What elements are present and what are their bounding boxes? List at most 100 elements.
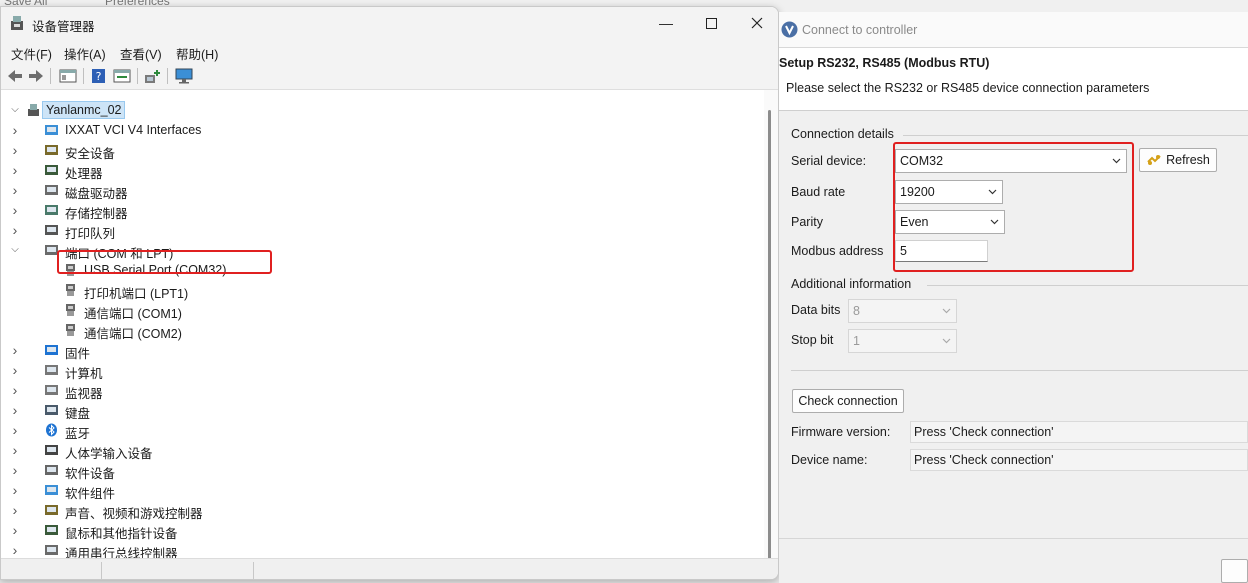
chevron-right-icon[interactable]: › [9, 203, 21, 217]
tree-row[interactable]: › 计算机 [1, 360, 761, 381]
close-button[interactable] [734, 9, 778, 37]
chevron-down-icon [942, 338, 951, 344]
svg-text:?: ? [96, 70, 102, 83]
network-adapter-icon [45, 125, 58, 135]
printer-icon [45, 225, 58, 235]
connect-title: Connect to controller [802, 23, 918, 37]
show-hide-tree-icon[interactable] [59, 68, 77, 84]
modbus-address-label: Modbus address [791, 244, 884, 258]
device-manager-title: 设备管理器 [32, 20, 95, 34]
chevron-right-icon[interactable]: › [9, 383, 21, 397]
usb-icon [45, 545, 58, 555]
stop-bit-label: Stop bit [791, 333, 834, 347]
menu-file[interactable]: 文件(F) [11, 44, 52, 63]
tree-row[interactable]: › 软件组件 [1, 480, 761, 501]
refresh-button[interactable]: Refresh [1139, 148, 1217, 172]
tree-row[interactable]: › 打印队列 [1, 220, 761, 241]
tree-row[interactable]: › IXXAT VCI V4 Interfaces [1, 120, 761, 140]
stop-bit-value: 1 [853, 334, 860, 348]
connect-header: Setup RS232, RS485 (Modbus RTU) Please s… [779, 48, 1248, 111]
chevron-right-icon[interactable]: › [9, 463, 21, 477]
chevron-down-icon[interactable]: ⌵ [9, 244, 21, 256]
monitor-icon [45, 385, 58, 395]
tree-row[interactable]: › 监视器 [1, 380, 761, 401]
baud-rate-label: Baud rate [791, 185, 846, 199]
firmware-version-label: Firmware version: [791, 425, 891, 439]
menu-help[interactable]: 帮助(H) [176, 44, 218, 63]
device-manager-titlebar: 设备管理器 — [1, 7, 778, 39]
tree-row[interactable]: › 键盘 [1, 400, 761, 421]
security-device-icon [45, 145, 58, 155]
chevron-right-icon[interactable]: › [9, 223, 21, 237]
chevron-right-icon[interactable]: › [9, 363, 21, 377]
chevron-down-icon[interactable]: ⌵ [9, 104, 21, 116]
maximize-button[interactable] [688, 9, 734, 37]
parity-label: Parity [791, 215, 823, 229]
device-manager-icon [11, 16, 23, 30]
device-tree: ⌵ Yanlanmc_02 › IXXAT VCI V4 Interfaces › 安… [1, 90, 764, 561]
tree-scrollbar[interactable] [764, 90, 778, 566]
check-connection-button[interactable]: Check connection [792, 389, 904, 413]
menu-view[interactable]: 查看(V) [120, 44, 162, 63]
tree-row[interactable]: 打印机端口 (LPT1) [1, 280, 761, 301]
tree-row[interactable]: › 固件 [1, 340, 761, 361]
properties-icon[interactable] [113, 68, 131, 84]
tree-row[interactable]: › 通用串行总线控制器 [1, 540, 761, 561]
device-manager-toolbar: ? [1, 63, 778, 90]
chevron-right-icon[interactable]: › [9, 503, 21, 517]
tree-row[interactable]: › 安全设备 [1, 140, 761, 161]
menu-action[interactable]: 操作(A) [64, 44, 106, 63]
device-name-value: Press 'Check connection' [914, 453, 1054, 467]
minimize-button[interactable]: — [643, 9, 689, 37]
footer-button[interactable] [1221, 559, 1248, 583]
chevron-right-icon[interactable]: › [9, 483, 21, 497]
chevron-right-icon[interactable]: › [9, 123, 21, 137]
tree-row[interactable]: › 磁盘驱动器 [1, 180, 761, 201]
help-icon[interactable]: ? [90, 68, 108, 84]
firmware-icon [45, 345, 58, 355]
chevron-down-icon [942, 308, 951, 314]
tree-row[interactable]: › 处理器 [1, 160, 761, 181]
tree-root-row[interactable]: ⌵ Yanlanmc_02 [1, 100, 761, 120]
chevron-right-icon[interactable]: › [9, 403, 21, 417]
tree-row[interactable]: › 存储控制器 [1, 200, 761, 221]
sound-icon [45, 505, 58, 515]
tree-row[interactable]: › 鼠标和其他指针设备 [1, 520, 761, 541]
chevron-right-icon[interactable]: › [9, 183, 21, 197]
chevron-right-icon[interactable]: › [9, 423, 21, 437]
additional-information-title: Additional information [791, 277, 912, 291]
chevron-right-icon[interactable]: › [9, 543, 21, 557]
monitor-icon[interactable] [175, 68, 193, 84]
data-bits-select[interactable]: 8 [848, 299, 957, 323]
stop-bit-select[interactable]: 1 [848, 329, 957, 353]
chevron-right-icon[interactable]: › [9, 443, 21, 457]
tree-row[interactable]: › 声音、视频和游戏控制器 [1, 500, 761, 521]
software-component-icon [45, 485, 58, 495]
device-name-field: Press 'Check connection' [910, 449, 1248, 471]
back-arrow-icon[interactable] [6, 68, 24, 84]
tree-row[interactable]: 通信端口 (COM2) [1, 320, 761, 341]
tree-row[interactable]: › 人体学输入设备 [1, 440, 761, 461]
data-bits-value: 8 [853, 304, 860, 318]
check-connection-label: Check connection [798, 394, 898, 408]
chevron-right-icon[interactable]: › [9, 343, 21, 357]
tree-row[interactable]: › 蓝牙 [1, 420, 761, 441]
keyboard-icon [45, 405, 58, 415]
computer-root-icon [28, 104, 39, 116]
chevron-right-icon[interactable]: › [9, 143, 21, 157]
mouse-icon [45, 525, 58, 535]
computer-icon [45, 365, 58, 375]
scan-hardware-icon[interactable] [144, 68, 162, 84]
forward-arrow-icon[interactable] [27, 68, 45, 84]
chevron-right-icon[interactable]: › [9, 523, 21, 537]
device-manager-window: 设备管理器 — 文件(F) 操作(A) 查看(V) 帮助(H) ? ⌵ Yanl [0, 6, 779, 580]
software-device-icon [45, 465, 58, 475]
tree-row[interactable]: › 软件设备 [1, 460, 761, 481]
refresh-icon [1147, 155, 1161, 165]
bluetooth-icon [46, 423, 57, 437]
chevron-right-icon[interactable]: › [9, 163, 21, 177]
minimize-icon: — [659, 15, 673, 31]
device-manager-menubar: 文件(F) 操作(A) 查看(V) 帮助(H) [1, 39, 778, 63]
tree-row[interactable]: 通信端口 (COM1) [1, 300, 761, 321]
tree-scrollbar-thumb[interactable] [768, 110, 771, 566]
